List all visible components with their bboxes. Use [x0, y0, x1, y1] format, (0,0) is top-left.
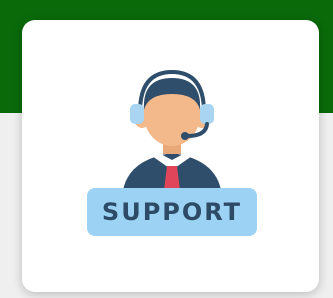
support-card[interactable]: SUPPORT [22, 20, 319, 292]
customer-support-agent-icon [87, 69, 257, 236]
support-label: SUPPORT [101, 198, 243, 226]
support-screen: SUPPORT [0, 0, 333, 298]
